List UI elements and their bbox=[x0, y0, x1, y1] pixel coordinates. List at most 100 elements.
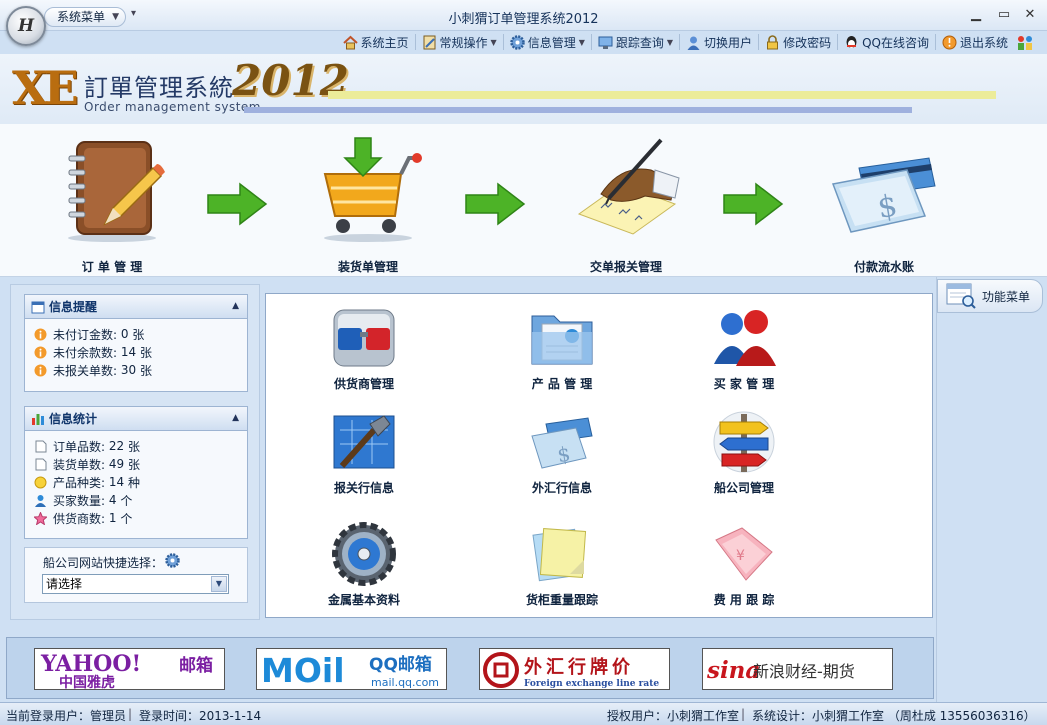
workflow-arrow-icon bbox=[723, 182, 784, 226]
info-reminder-title: 信息提醒 bbox=[49, 300, 98, 314]
status-current-user: 当前登录用户：管理员 bbox=[6, 709, 127, 723]
window-search-icon bbox=[946, 283, 976, 309]
yahoo-mail-link[interactable]: YAHOO! 邮箱 中国雅虎 bbox=[34, 648, 225, 690]
banner-decoration-bar bbox=[244, 107, 912, 113]
shipping-site-box: 船公司网站快捷选择： 请选择 ▼ bbox=[24, 547, 248, 603]
toolbar-info-management-button[interactable]: 信息管理 ▼ bbox=[506, 32, 589, 52]
application-orb-button[interactable]: H bbox=[6, 6, 46, 46]
toolbar-tracking-query-button[interactable]: 跟踪查询 ▼ bbox=[594, 32, 677, 52]
chevron-down-icon[interactable]: ▼ bbox=[211, 576, 227, 592]
toolbar-separator bbox=[837, 34, 839, 50]
module-metal-basic-data[interactable]: 金属基本资料 bbox=[289, 522, 439, 608]
yahoo-mail-text: 邮箱 bbox=[179, 655, 213, 676]
system-menu-button[interactable]: 系统菜单 ▼ bbox=[44, 7, 127, 27]
module-buyer-management[interactable]: 买 家 管 理 bbox=[669, 306, 819, 392]
reminder-unpaid-balance: 未付余款数: 14 张 bbox=[25, 343, 247, 361]
sina-finance-futures-link[interactable]: sina 新浪财经-期货 bbox=[702, 648, 893, 690]
info-reminder-box: 信息提醒 ▲ 未付订金数: 0 张 未付余款数: 14 张 未报关单数: 30 … bbox=[24, 294, 248, 392]
logo-mark: XE bbox=[12, 61, 79, 115]
function-menu-label: 功能菜单 bbox=[982, 289, 1031, 304]
info-stats-title: 信息统计 bbox=[49, 412, 98, 426]
forex-rate-link[interactable]: 外汇行牌价 Foreign exchange line rate bbox=[479, 648, 670, 690]
users-icon bbox=[712, 306, 776, 370]
reminder-undeclared: 未报关单数: 30 张 bbox=[25, 361, 247, 379]
close-button[interactable]: ✕ bbox=[1019, 6, 1041, 24]
collapse-up-icon[interactable]: ▲ bbox=[232, 301, 239, 311]
orb-logo: H bbox=[17, 16, 35, 36]
module-grid: 供货商管理 产 品 管 理 买 家 管 理 报关行信息 $ 外汇行信息 船公司管… bbox=[265, 293, 933, 618]
toolbar-skin-button[interactable] bbox=[1012, 32, 1041, 52]
notebook-pencil-icon bbox=[57, 134, 167, 244]
logo-title-cn: 訂單管理系統 bbox=[84, 74, 234, 102]
info-stats-header[interactable]: 信息统计 ▲ bbox=[25, 407, 247, 431]
sun-icon bbox=[34, 476, 47, 489]
sina-finance-text: 新浪财经-期货 bbox=[753, 662, 855, 681]
module-supplier-management[interactable]: 供货商管理 bbox=[289, 306, 439, 392]
payment-check-icon: $ bbox=[829, 134, 939, 244]
notebook-icon bbox=[422, 35, 437, 50]
workflow-order-management[interactable]: 订 单 管 理 bbox=[42, 124, 182, 275]
stat-loading-bills: 装货单数: 49 张 bbox=[25, 455, 247, 473]
document-icon bbox=[34, 440, 47, 453]
shipping-site-select[interactable]: 请选择 ▼ bbox=[42, 574, 229, 594]
toolbar-regular-ops-button[interactable]: 常规操作 ▼ bbox=[418, 32, 501, 52]
right-side-panel: 功能菜单 bbox=[936, 277, 1047, 702]
shipping-site-selected: 请选择 bbox=[46, 577, 83, 591]
workflow-payment-ledger[interactable]: $ 付款流水账 bbox=[814, 124, 954, 275]
qq-icon bbox=[844, 35, 859, 50]
module-forex-bank-info[interactable]: $ 外汇行信息 bbox=[487, 410, 637, 496]
exchange-check-icon: $ bbox=[530, 410, 594, 474]
status-login-time: 登录时间：2013-1-14 bbox=[139, 709, 262, 723]
qq-mail-url: mail.qq.com bbox=[371, 676, 439, 689]
quick-access-dropdown-icon[interactable]: ▾ bbox=[131, 8, 136, 19]
toolbar-separator bbox=[414, 34, 416, 50]
stat-supplier-count: 供货商数: 1 个 bbox=[25, 509, 247, 527]
info-reminder-header[interactable]: 信息提醒 ▲ bbox=[25, 295, 247, 319]
toolbar-qq-consult-button[interactable]: QQ在线咨询 bbox=[840, 32, 933, 52]
window-title: 小刺猬订单管理系统2012 bbox=[448, 12, 599, 27]
module-shipping-company-management[interactable]: 船公司管理 bbox=[669, 410, 819, 496]
chevron-down-icon: ▼ bbox=[666, 37, 674, 47]
chevron-down-icon: ▼ bbox=[112, 12, 120, 22]
function-menu-button[interactable]: 功能菜单 bbox=[937, 279, 1043, 313]
status-separator: | bbox=[128, 707, 133, 721]
module-container-weight-tracking[interactable]: 货柜重量跟踪 bbox=[487, 522, 637, 608]
command-toolbar: 系统主页 常规操作 ▼ 信息管理 ▼ 跟踪查询 ▼ 切换用户 修改密码 QQ在线咨询 … bbox=[339, 31, 1041, 53]
gear-icon[interactable] bbox=[165, 553, 180, 568]
user-icon bbox=[686, 35, 701, 50]
module-customs-broker-info[interactable]: 报关行信息 bbox=[289, 410, 439, 496]
exit-icon bbox=[942, 35, 957, 50]
forex-rate-title: 外汇行牌价 bbox=[524, 656, 634, 678]
toolbar-change-password-button[interactable]: 修改密码 bbox=[761, 32, 835, 52]
document-icon bbox=[34, 458, 47, 471]
toolbar-separator bbox=[502, 34, 504, 50]
toolbar-separator bbox=[934, 34, 936, 50]
system-menu-label: 系统菜单 bbox=[57, 10, 106, 24]
qq-mail-link[interactable]: MOil QQ邮箱 mail.qq.com bbox=[256, 648, 447, 690]
collapse-up-icon[interactable]: ▲ bbox=[232, 413, 239, 423]
toolbar-switch-user-button[interactable]: 切换用户 bbox=[682, 32, 756, 52]
module-product-management[interactable]: 产 品 管 理 bbox=[487, 306, 637, 392]
pink-folder-icon: ¥ bbox=[712, 522, 776, 586]
info-orange-icon bbox=[34, 346, 47, 359]
status-separator: | bbox=[741, 707, 746, 721]
shopping-cart-icon bbox=[313, 134, 423, 244]
signpost-icon bbox=[712, 410, 776, 474]
stat-order-items: 订单品数: 22 张 bbox=[25, 437, 247, 455]
toolbar-home-button[interactable]: 系统主页 bbox=[339, 32, 413, 52]
toolbar-exit-button[interactable]: 退出系统 bbox=[938, 32, 1012, 52]
disc-gear-icon bbox=[332, 522, 396, 586]
minimize-button[interactable]: ▁ bbox=[965, 6, 987, 24]
shipping-site-label: 船公司网站快捷选择： bbox=[43, 556, 164, 570]
toolbar-separator bbox=[758, 34, 760, 50]
person-icon bbox=[34, 494, 47, 507]
users-color-icon bbox=[1016, 35, 1034, 50]
workflow-loading-bill-management[interactable]: 装货单管理 bbox=[298, 124, 438, 275]
link-banner-strip: YAHOO! 邮箱 中国雅虎 MOil QQ邮箱 mail.qq.com 外汇行… bbox=[6, 637, 934, 699]
qq-mail-title: QQ邮箱 bbox=[369, 654, 432, 675]
reminder-unpaid-deposit: 未付订金数: 0 张 bbox=[25, 325, 247, 343]
module-expense-tracking[interactable]: ¥ 费 用 跟 踪 bbox=[669, 522, 819, 608]
workflow-arrow-icon bbox=[465, 182, 526, 226]
workflow-customs-declaration[interactable]: 交单报关管理 bbox=[556, 124, 696, 275]
maximize-button[interactable]: ▭ bbox=[993, 6, 1015, 24]
